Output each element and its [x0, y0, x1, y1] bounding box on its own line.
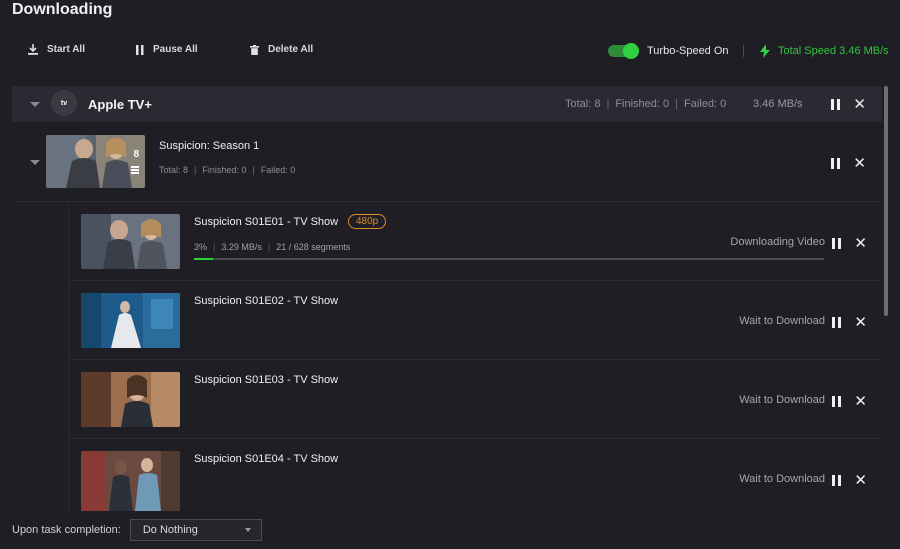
group-close-button[interactable]: ✕ — [853, 97, 866, 112]
episode-actions: ✕ — [832, 236, 867, 251]
pause-all-label: Pause All — [153, 44, 198, 55]
episode-title: Suspicion S01E01 - TV Show — [194, 216, 339, 228]
episode-thumbnail[interactable] — [81, 451, 180, 511]
episode-pause-button[interactable] — [832, 317, 842, 328]
season-thumbnail[interactable]: 8 — [46, 135, 145, 188]
group-header: tv Apple TV+ Total: 8 | Finished: 0 | Fa… — [12, 86, 882, 122]
footer: Upon task completion: Do Nothing — [12, 519, 262, 541]
episode-status: Wait to Download — [739, 473, 825, 485]
episode-close-button[interactable]: ✕ — [854, 473, 867, 488]
season-finished: Finished: 0 — [202, 165, 247, 175]
delete-all-label: Delete All — [268, 44, 314, 55]
collapse-group-chevron-icon[interactable] — [30, 102, 40, 107]
season-actions: ✕ — [831, 156, 866, 171]
episode-pause-button[interactable] — [832, 238, 842, 249]
episode-close-button[interactable]: ✕ — [854, 394, 867, 409]
episode-percent: 3% — [194, 242, 208, 252]
episode-title: Suspicion S01E03 - TV Show — [194, 374, 339, 386]
episode-thumbnail[interactable] — [81, 293, 180, 348]
divider — [742, 45, 744, 57]
list-item: Suspicion S01E04 - TV Show Wait to Downl… — [69, 439, 882, 512]
group-stats: Total: 8 | Finished: 0 | Failed: 0 — [565, 98, 727, 110]
episode-list: Suspicion S01E01 - TV Show 480p 3% | 3.2… — [68, 202, 882, 512]
episode-segments: 21 / 628 segments — [276, 242, 351, 252]
episode-speed: 3.29 MB/s — [221, 242, 262, 252]
download-list: tv Apple TV+ Total: 8 | Finished: 0 | Fa… — [12, 86, 882, 512]
episode-title: Suspicion S01E02 - TV Show — [194, 295, 339, 307]
season-count-badge: 8 — [133, 149, 139, 160]
episode-close-button[interactable]: ✕ — [854, 236, 867, 251]
episode-status: Wait to Download — [739, 394, 825, 406]
list-item: Suspicion S01E03 - TV Show Wait to Downl… — [69, 360, 882, 439]
season-stats: Total: 8 | Finished: 0 | Failed: 0 — [159, 165, 296, 175]
total-speed-label: Total Speed 3.46 MB/s — [778, 45, 889, 57]
completion-select-value: Do Nothing — [142, 524, 198, 536]
list-item: Suspicion S01E02 - TV Show Wait to Downl… — [69, 281, 882, 360]
episode-actions: ✕ — [832, 315, 867, 330]
lightning-icon — [760, 44, 770, 58]
completion-select[interactable]: Do Nothing — [129, 519, 262, 541]
chevron-down-icon — [244, 528, 251, 532]
completion-label: Upon task completion: — [12, 524, 121, 536]
season-pause-button[interactable] — [831, 158, 841, 169]
group-speed: 3.46 MB/s — [753, 98, 803, 110]
pause-all-button[interactable]: Pause All — [136, 44, 198, 55]
episode-close-button[interactable]: ✕ — [854, 315, 867, 330]
resolution-badge: 480p — [348, 214, 387, 229]
total-speed: Total Speed 3.46 MB/s — [760, 44, 889, 58]
episode-title: Suspicion S01E04 - TV Show — [194, 453, 339, 465]
season-title: Suspicion: Season 1 — [159, 140, 260, 152]
episode-status: Downloading Video — [730, 236, 825, 248]
episode-thumbnail[interactable] — [81, 372, 180, 427]
collapse-season-chevron-icon[interactable] — [30, 160, 40, 165]
group-actions: ✕ — [831, 97, 866, 112]
scrollbar[interactable] — [884, 86, 888, 316]
turbo-speed-toggle[interactable] — [608, 43, 639, 59]
episode-progress-stats: 3% | 3.29 MB/s | 21 / 628 segments — [194, 242, 351, 252]
group-pause-button[interactable] — [831, 99, 841, 110]
trash-icon — [250, 44, 259, 55]
turbo-speed: Turbo-Speed On — [608, 43, 744, 59]
episode-actions: ✕ — [832, 473, 867, 488]
group-finished: Finished: 0 — [615, 98, 670, 110]
apple-tv-logo: tv — [51, 90, 77, 116]
episode-pause-button[interactable] — [832, 475, 842, 486]
start-all-label: Start All — [47, 44, 85, 55]
progress-fill — [194, 258, 213, 260]
episode-actions: ✕ — [832, 394, 867, 409]
season-total: Total: 8 — [159, 165, 189, 175]
episode-status: Wait to Download — [739, 315, 825, 327]
start-all-button[interactable]: Start All — [28, 44, 85, 55]
season-row: 8 Suspicion: Season 1 Total: 8 | Finishe… — [12, 122, 882, 202]
download-icon — [28, 44, 38, 55]
progress-bar — [194, 258, 824, 260]
season-close-button[interactable]: ✕ — [853, 156, 866, 171]
group-total: Total: 8 — [565, 98, 601, 110]
list-item: Suspicion S01E01 - TV Show 480p 3% | 3.2… — [69, 202, 882, 281]
delete-all-button[interactable]: Delete All — [250, 44, 313, 55]
pause-icon — [136, 44, 144, 55]
season-failed: Failed: 0 — [260, 165, 296, 175]
list-icon — [131, 166, 139, 174]
episode-thumbnail[interactable] — [81, 214, 180, 269]
group-failed: Failed: 0 — [684, 98, 727, 110]
page-title: Downloading — [12, 1, 113, 18]
turbo-speed-label: Turbo-Speed On — [647, 45, 729, 57]
group-name: Apple TV+ — [88, 97, 152, 112]
episode-pause-button[interactable] — [832, 396, 842, 407]
